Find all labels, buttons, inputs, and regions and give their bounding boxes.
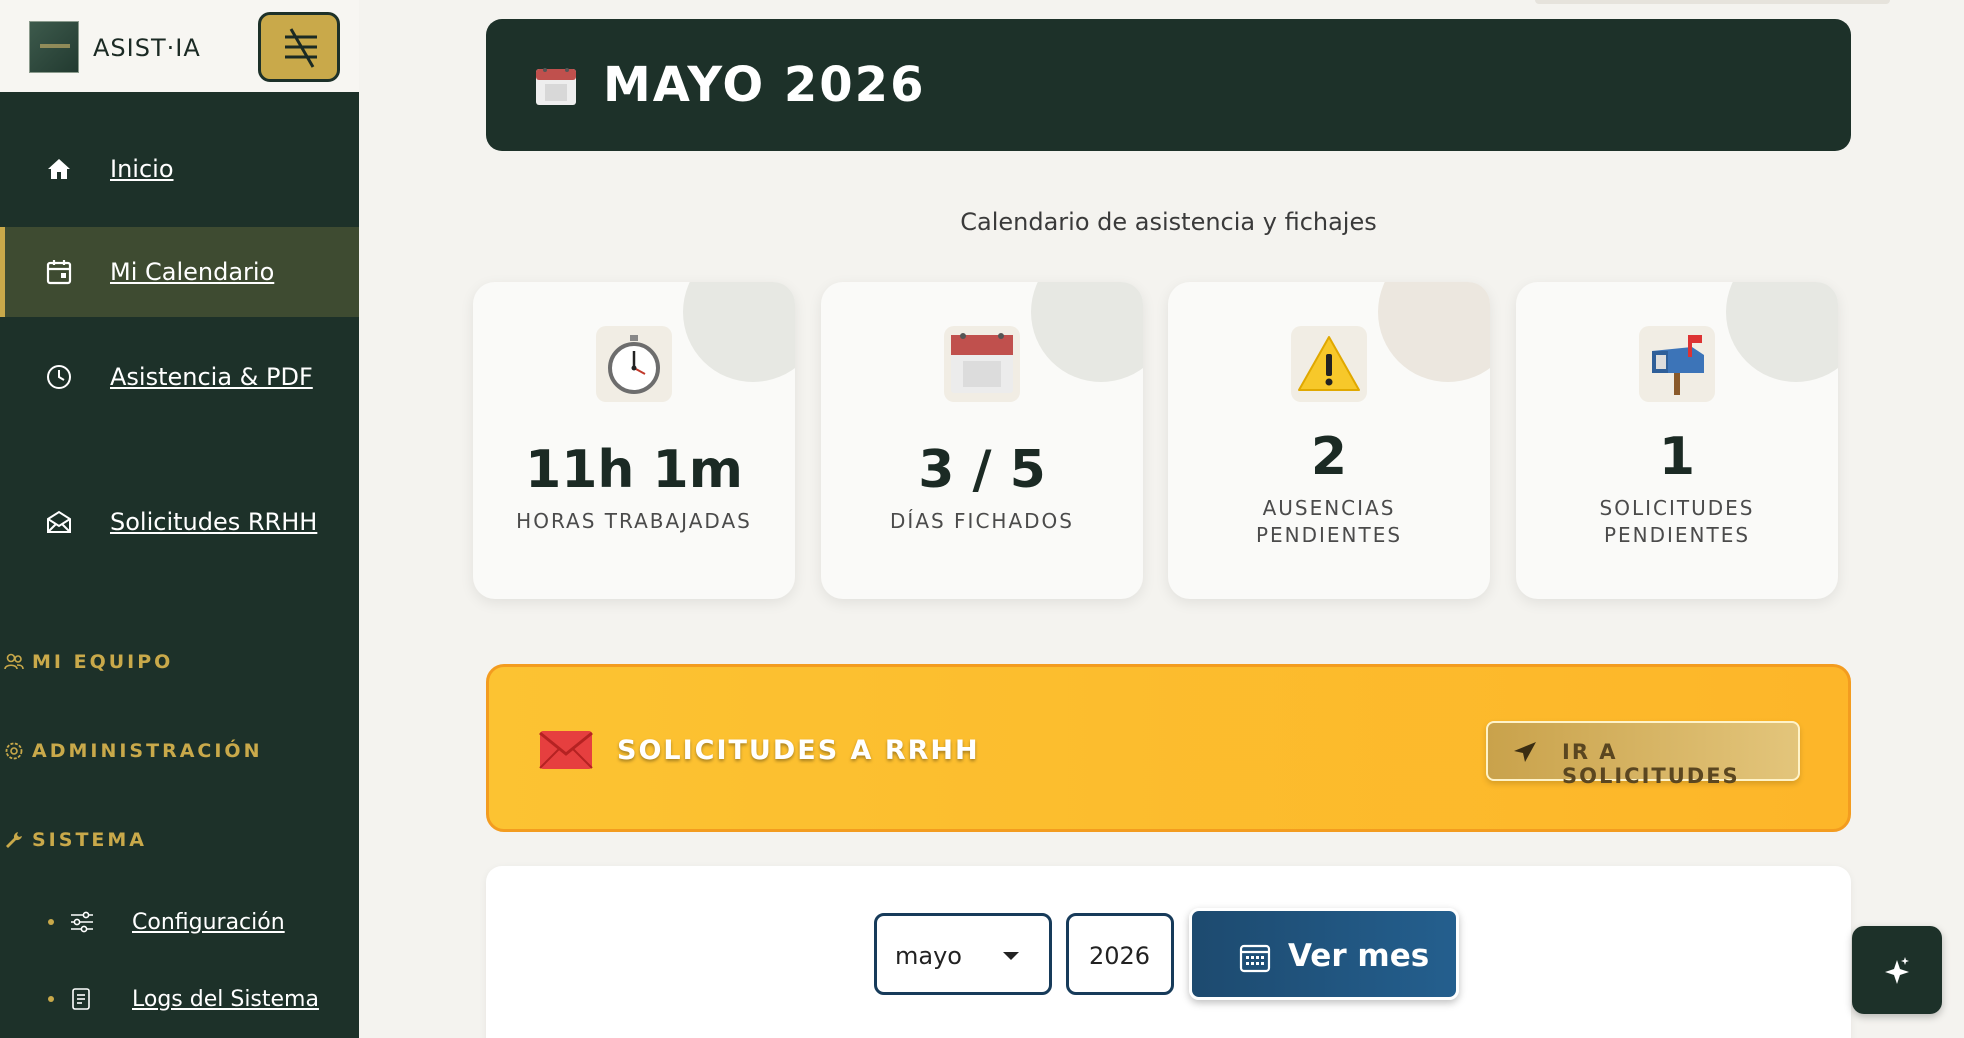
stat-label: DÍAS FICHADOS [890,509,1074,533]
calendar-grid-icon [1239,944,1271,973]
filter-panel: mayo 2026 Ver mes [486,866,1851,1038]
section-administracion[interactable]: ADMINISTRACIÓN [4,740,262,762]
stat-label: HORAS TRABAJADAS [516,509,752,533]
sidebar-item-label: Asistencia & PDF [110,363,313,391]
page-title: MAYO 2026 [603,57,926,113]
brand-name: ASIST·IA [93,34,201,62]
calendar-icon [944,326,1020,402]
sidebar-item-label: Inicio [110,155,174,183]
calendar-icon [44,257,74,287]
section-label: SISTEMA [32,829,147,851]
ir-a-solicitudes-button[interactable]: IR A SOLICITUDES [1486,721,1800,788]
wrench-icon [6,832,22,848]
button-label: IR A SOLICITUDES [1562,740,1740,788]
button-label: Ver mes [1288,938,1430,974]
menu-toggle-button[interactable] [258,12,340,82]
section-label: MI EQUIPO [32,651,174,673]
section-mi-equipo[interactable]: MI EQUIPO [4,651,173,673]
sidebar-item-label: Configuración [132,909,285,935]
envelope-icon [539,731,593,769]
sidebar-item-mi-calendario[interactable]: Mi Calendario [0,227,359,317]
month-select[interactable]: mayo [874,913,1052,995]
send-icon [1514,742,1536,762]
brand-bar: ASIST·IA [0,0,359,92]
chevron-down-icon [1003,952,1019,960]
sliders-icon [71,911,93,933]
bullet [48,996,54,1002]
mailbox-icon [1639,326,1715,402]
sparkle-icon [1885,957,1909,984]
stat-label: SOLICITUDES PENDIENTES [1599,496,1755,547]
clock-icon [44,362,74,392]
stat-value: 3 / 5 [918,440,1046,500]
sidebar-item-asistencia[interactable]: Asistencia & PDF [0,332,359,422]
team-icon [4,653,24,670]
year-input[interactable]: 2026 [1066,913,1174,995]
decorative-circle [1726,282,1838,382]
envelope-icon [44,507,74,537]
sidebar-item-label: Mi Calendario [110,258,275,286]
rrhh-banner: SOLICITUDES A RRHH IR A SOLICITUDES [486,664,1851,832]
stopwatch-icon [596,326,672,402]
decorative-circle [1031,282,1143,382]
log-icon [72,988,90,1010]
ai-assistant-button[interactable] [1852,926,1942,1014]
sidebar-item-inicio[interactable]: Inicio [0,124,359,214]
year-input-value: 2026 [1089,942,1151,970]
stat-value: 2 [1310,427,1348,487]
month-select-value: mayo [895,942,962,970]
stat-value: 11h 1m [525,440,743,500]
stat-label: AUSENCIAS PENDIENTES [1255,496,1403,547]
home-icon [44,154,74,184]
gear-icon [5,742,23,760]
sidebar-item-label: Logs del Sistema [132,986,319,1012]
sidebar: ASIST·IA Inicio Mi Calendario Asistencia… [0,0,359,1038]
brand-logo[interactable] [29,21,79,73]
bullet [48,919,54,925]
decorative-circle [1378,282,1490,382]
sidebar-item-label: Solicitudes RRHH [110,508,318,536]
rrhh-title: SOLICITUDES A RRHH [617,735,980,766]
calendar-icon [536,68,576,105]
hamburger-icon [285,28,317,68]
stat-value: 1 [1658,427,1696,487]
stat-card-horas: 11h 1m HORAS TRABAJADAS [473,282,795,599]
sidebar-item-configuracion[interactable]: Configuración [48,910,285,935]
section-sistema[interactable]: SISTEMA [4,829,147,851]
stat-card-ausencias: 2 AUSENCIAS PENDIENTES [1168,282,1490,599]
sidebar-item-solicitudes[interactable]: Solicitudes RRHH [0,477,359,567]
stat-card-solicitudes: 1 SOLICITUDES PENDIENTES [1516,282,1838,599]
month-header: MAYO 2026 [486,19,1851,151]
sidebar-item-logs[interactable]: Logs del Sistema [48,987,319,1012]
decorative-circle [683,282,795,382]
page-subtitle: Calendario de asistencia y fichajes [960,208,1377,236]
top-edge-panel [1535,0,1890,4]
warning-icon [1291,326,1367,402]
ver-mes-button[interactable]: Ver mes [1189,908,1459,1000]
section-label: ADMINISTRACIÓN [32,740,263,762]
stat-card-dias: 3 / 5 DÍAS FICHADOS [821,282,1143,599]
